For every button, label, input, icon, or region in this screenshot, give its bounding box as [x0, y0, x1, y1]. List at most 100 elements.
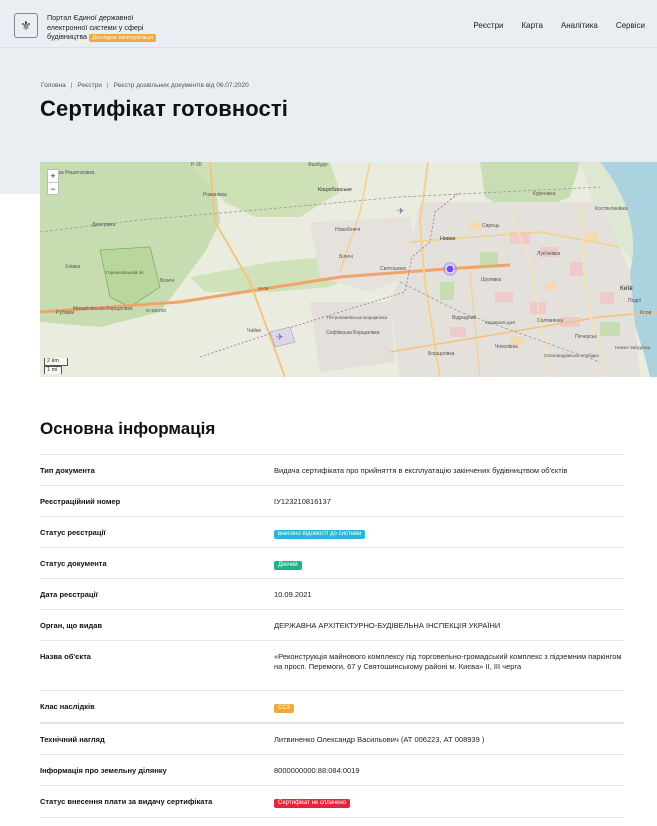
- field-label: Дата реєстрації: [40, 590, 98, 599]
- breadcrumb-registries[interactable]: Реєстри: [77, 82, 101, 89]
- map-label: Нижня Забурівка: [615, 345, 651, 350]
- field-value: Литвиненко Олександр Васильович (АТ 0062…: [274, 735, 485, 744]
- field-label: Інформація про земельну ділянку: [40, 766, 167, 775]
- map-label: Клов: [640, 310, 652, 316]
- table-row: Орган, що видав ДЕРЖАВНА АРХІТЕКТУРНО-БУ…: [40, 609, 624, 640]
- field-value: 8000000000:88:084:0019: [274, 766, 360, 775]
- status-badge: Сертифікат не сплачено: [274, 799, 351, 808]
- map-label: Чоколівка: [495, 344, 518, 350]
- map-label: Печерськ: [575, 334, 597, 340]
- airport-icon: ✈: [276, 332, 284, 342]
- map-label: Біличі: [339, 254, 353, 260]
- table-row: Статус реєстрації внесено відомості до с…: [40, 516, 624, 547]
- location-marker[interactable]: [445, 264, 455, 274]
- field-label: Клас наслідків: [40, 702, 95, 711]
- breadcrumb-separator: |: [70, 82, 73, 89]
- table-row: Статус внесення плати за видачу сертифік…: [40, 785, 624, 818]
- map-label: Софіївська Борщагівка: [326, 330, 380, 336]
- field-value: Видача сертифіката про прийняття в експл…: [274, 466, 568, 475]
- map-label: Гореньківський ліс: [106, 269, 145, 275]
- map-label: Романівка: [203, 192, 227, 198]
- map-label: Караваєві дачі: [485, 320, 515, 325]
- field-label: Статус внесення плати за видачу сертифік…: [40, 797, 213, 806]
- suburb-area: [310, 302, 395, 372]
- map-label: Біличі: [160, 278, 174, 284]
- map-label: Олександрівська слобідка: [544, 353, 599, 358]
- table-row: Тип документа Видача сертифіката про при…: [40, 454, 624, 485]
- map-label: Київ: [620, 285, 633, 292]
- map-zoom-control: + −: [47, 169, 59, 195]
- field-label: Назва об'єкта: [40, 652, 91, 661]
- portal-brand[interactable]: Портал Єдиної державної електронної сист…: [47, 13, 187, 43]
- status-badge: СС3: [274, 704, 295, 713]
- map-label: Новобіличі: [335, 227, 360, 233]
- airport-icon: ✈: [397, 206, 405, 216]
- scale-km: 2 km: [44, 358, 68, 366]
- map-label: Куренівка: [533, 191, 556, 197]
- portal-name-line3: будівництва: [47, 32, 88, 42]
- table-row: Інформація про земельну ділянку 80000000…: [40, 754, 624, 785]
- breadcrumb-separator: |: [106, 82, 109, 89]
- map-label: Лук'янівка: [537, 251, 561, 257]
- map-label: Поділ: [628, 298, 641, 304]
- field-value: «Реконструкція майнового комплексу під т…: [274, 652, 622, 671]
- info-table: Тип документа Видача сертифіката про при…: [40, 454, 624, 818]
- map-label: Р-30: [191, 162, 202, 168]
- field-label: Орган, що видав: [40, 621, 103, 630]
- table-row: Назва об'єкта «Реконструкція майнового к…: [40, 640, 624, 690]
- field-label: Технічний нагляд: [40, 735, 105, 744]
- map-label: Фазбудо: [308, 162, 328, 168]
- table-row: Статус документа Діючий: [40, 547, 624, 578]
- map-label: Михайлівська Борщагівка: [73, 305, 133, 312]
- nav-registries[interactable]: Реєстри: [473, 21, 503, 30]
- breadcrumb-home[interactable]: Головна: [41, 82, 66, 89]
- field-value: 10.09.2021: [274, 590, 312, 599]
- table-row: Реєстраційний номер ІУ123210816137: [40, 485, 624, 516]
- map-label: Сирець: [482, 223, 500, 229]
- map-tiles: ✈ ✈ Р-30 Фазбудо Романівка Коцюбинське Н…: [40, 162, 657, 377]
- breadcrumb-permits-registry[interactable]: Реєстр дозвільних документів від 06.07.2…: [114, 82, 249, 89]
- nav-analytics[interactable]: Аналітика: [561, 21, 598, 30]
- map-label: Соломянка: [537, 318, 563, 324]
- map-label: О-100720: [146, 308, 167, 313]
- map-scale: 2 km 1 mi: [44, 358, 68, 374]
- nav-services[interactable]: Сервіси: [616, 21, 645, 30]
- map-label: Петропавлівська Борщагівка: [327, 315, 388, 320]
- map-label: М-06: [258, 286, 269, 291]
- map-label: Борщагівка: [428, 351, 455, 357]
- field-value: ІУ123210816137: [274, 497, 331, 506]
- field-label: Реєстраційний номер: [40, 497, 121, 506]
- page-title: Сертифікат готовності: [40, 96, 288, 121]
- zoom-out-button[interactable]: −: [48, 182, 58, 194]
- scale-mi: 1 mi: [44, 366, 62, 374]
- status-badge: внесено відомості до системи: [274, 530, 366, 539]
- table-row: Технічний нагляд Литвиненко Олександр Ва…: [40, 722, 624, 754]
- field-label: Статус реєстрації: [40, 528, 106, 537]
- map-label: Нивки: [440, 236, 455, 242]
- field-value: ДЕРЖАВНА АРХІТЕКТУРНО-БУДІВЕЛЬНА ІНСПЕКЦ…: [274, 621, 501, 630]
- pilot-mode-badge: Дослідна експлуатація: [89, 34, 157, 43]
- map-label: Дмитрівка: [92, 222, 116, 228]
- map-label: Святошино: [380, 266, 406, 272]
- nav-map[interactable]: Карта: [522, 21, 543, 30]
- section-title: Основна інформація: [40, 419, 216, 438]
- map-label: Костянтинівка: [595, 206, 628, 212]
- map-label: Коцюбинське: [318, 187, 352, 193]
- zoom-in-button[interactable]: +: [48, 170, 58, 182]
- location-map[interactable]: ✈ ✈ Р-30 Фазбудо Романівка Коцюбинське Н…: [40, 162, 657, 377]
- map-label: Чайки: [247, 327, 261, 334]
- breadcrumb: Головна | Реєстри | Реєстр дозвільних до…: [41, 82, 249, 89]
- table-row: Дата реєстрації 10.09.2021: [40, 578, 624, 609]
- field-label: Тип документа: [40, 466, 95, 475]
- portal-name-line1: Портал Єдиної державної: [47, 13, 134, 22]
- map-label: Хлівка: [65, 264, 80, 270]
- field-label: Статус документа: [40, 559, 107, 568]
- status-badge: Діючий: [274, 561, 302, 570]
- map-label: Рубіжки: [56, 310, 74, 316]
- main-nav: Реєстри Карта Аналітика Сервіси: [455, 21, 645, 30]
- table-row: Клас наслідків СС3: [40, 690, 624, 722]
- map-label: Відрадний: [452, 314, 476, 321]
- trident-emblem-icon[interactable]: ⚜: [14, 13, 38, 38]
- portal-name-line2: електронної системи у сфері: [47, 22, 144, 32]
- map-label: Шулявка: [481, 277, 502, 283]
